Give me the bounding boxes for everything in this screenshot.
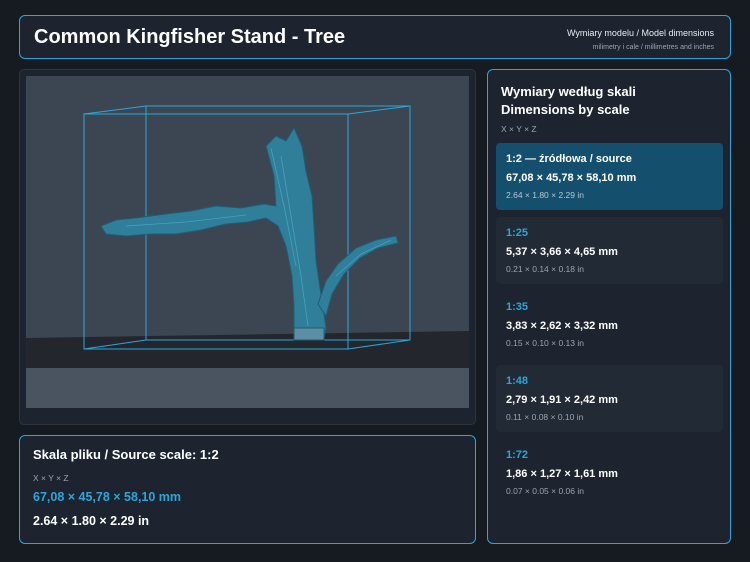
scale-card-1-72[interactable]: 1:72 1,86 × 1,27 × 1,61 mm 0.07 × 0.05 ×… [496, 439, 723, 506]
scales-title-en: Dimensions by scale [501, 102, 630, 117]
header-units-note: milimetry i cale / millimetres and inche… [592, 44, 714, 51]
scale-card-label: 1:2 — źródłowa / source [506, 153, 632, 165]
scale-card-1-35[interactable]: 1:35 3,83 × 2,62 × 3,32 mm 0.15 × 0.10 ×… [496, 291, 723, 358]
scale-card-inches: 2.64 × 1.80 × 2.29 in [506, 190, 584, 200]
scale-card-inches: 0.21 × 0.14 × 0.18 in [506, 264, 584, 274]
source-scale-title: Skala pliku / Source scale: 1:2 [33, 447, 219, 462]
scale-card-mm: 1,86 × 1,27 × 1,61 mm [506, 468, 618, 480]
source-scale-panel: Skala pliku / Source scale: 1:2 X × Y × … [19, 435, 476, 544]
model-viewer[interactable] [19, 69, 476, 425]
header-subtitle: Wymiary modelu / Model dimensions [567, 28, 714, 38]
scale-card-1-2[interactable]: 1:2 — źródłowa / source 67,08 × 45,78 × … [496, 143, 723, 210]
source-dimensions-inches: 2.64 × 1.80 × 2.29 in [33, 514, 150, 528]
scale-card-inches: 0.11 × 0.08 × 0.10 in [506, 412, 584, 422]
scale-card-label: 1:48 [506, 375, 529, 387]
header-bar: Common Kingfisher Stand - Tree Wymiary m… [19, 15, 731, 59]
scale-card-inches: 0.07 × 0.05 × 0.06 in [506, 486, 584, 496]
scales-title-pl: Wymiary według skali [501, 84, 636, 99]
scale-card-label: 1:35 [506, 301, 529, 313]
scale-card-label: 1:72 [506, 449, 529, 461]
scales-panel: Wymiary według skali Dimensions by scale… [487, 69, 731, 544]
scale-card-1-48[interactable]: 1:48 2,79 × 1,91 × 2,42 mm 0.11 × 0.08 ×… [496, 365, 723, 432]
scale-card-mm: 3,83 × 2,62 × 3,32 mm [506, 320, 618, 332]
viewport-lower-band [26, 368, 469, 408]
scale-card-1-25[interactable]: 1:25 5,37 × 3,66 × 4,65 mm 0.21 × 0.14 ×… [496, 217, 723, 284]
scale-card-mm: 2,79 × 1,91 × 2,42 mm [506, 394, 618, 406]
scales-panel-title: Wymiary według skali Dimensions by scale [501, 83, 636, 119]
source-dimensions-mm: 67,08 × 45,78 × 58,10 mm [33, 490, 182, 504]
page-title: Common Kingfisher Stand - Tree [34, 26, 346, 48]
model-render[interactable] [26, 76, 469, 408]
source-axes-label: X × Y × Z [33, 473, 69, 483]
scales-axes-label: X × Y × Z [501, 124, 537, 134]
scale-card-mm: 67,08 × 45,78 × 58,10 mm [506, 172, 637, 184]
scale-card-inches: 0.15 × 0.10 × 0.13 in [506, 338, 584, 348]
scale-card-mm: 5,37 × 3,66 × 4,65 mm [506, 246, 618, 258]
scale-card-label: 1:25 [506, 227, 529, 239]
